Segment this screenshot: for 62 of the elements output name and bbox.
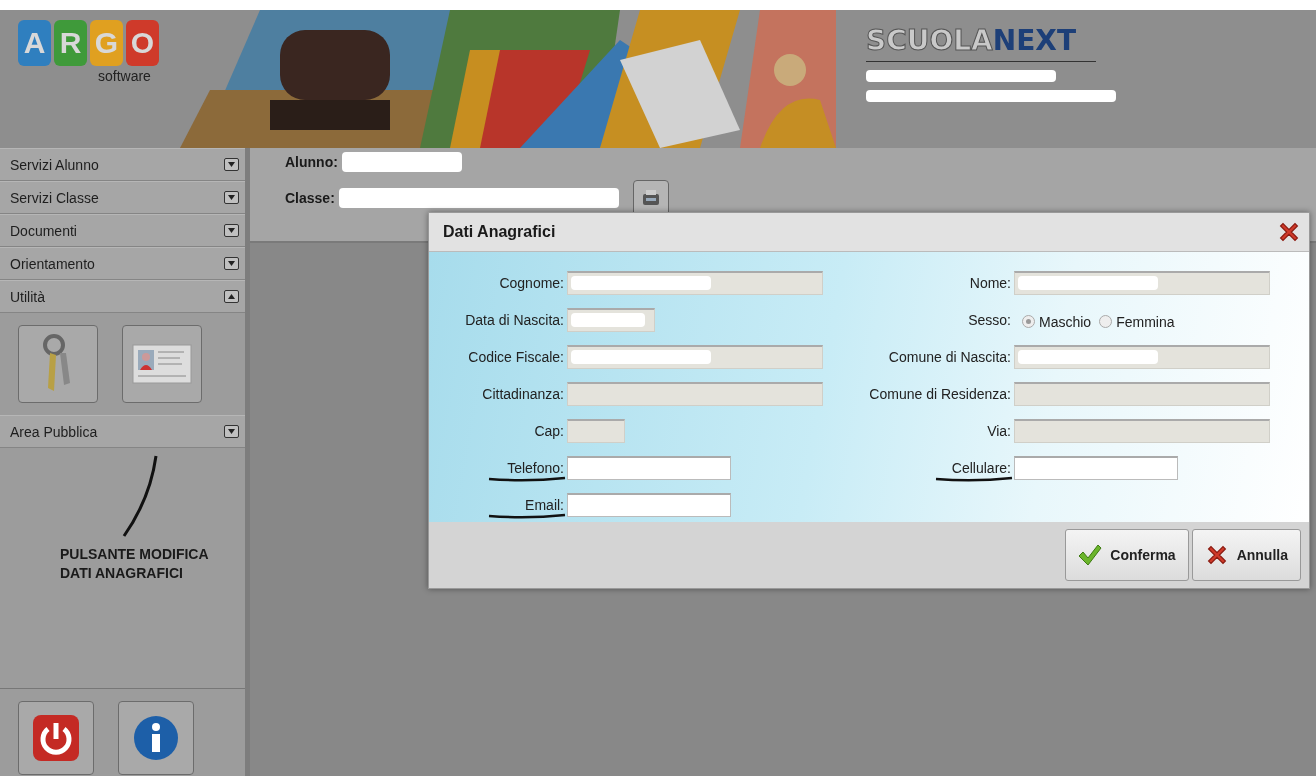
power-icon xyxy=(33,715,79,761)
field-label: Data di Nascita: xyxy=(464,311,565,328)
input-field[interactable] xyxy=(1014,270,1270,295)
collapse-icon[interactable] xyxy=(224,290,239,303)
expand-icon[interactable] xyxy=(224,257,239,270)
field-label: Cap: xyxy=(533,422,565,439)
input-field[interactable] xyxy=(1014,381,1270,406)
info-button[interactable] xyxy=(118,701,194,775)
logo-tile: O xyxy=(126,20,159,66)
id-card-icon xyxy=(132,344,192,384)
sidebar-section[interactable]: Servizi Alunno xyxy=(0,148,245,181)
field-label: Comune di Residenza: xyxy=(868,385,1012,402)
field-label: Nome: xyxy=(968,274,1012,291)
field-label: Codice Fiscale: xyxy=(467,348,565,365)
input-field[interactable] xyxy=(567,492,731,517)
cancel-button[interactable]: Annulla xyxy=(1191,529,1301,581)
power-button[interactable] xyxy=(18,701,94,775)
input-field[interactable] xyxy=(567,270,823,295)
info-label: Alunno: xyxy=(285,154,338,170)
info-icon xyxy=(133,715,179,761)
field-label: Email: xyxy=(524,496,565,513)
keys-button[interactable] xyxy=(18,325,98,403)
radio-option[interactable]: Femmina xyxy=(1099,313,1175,330)
input-field[interactable] xyxy=(567,455,731,480)
expand-icon[interactable] xyxy=(224,425,239,438)
logo-caption: software xyxy=(98,68,151,84)
sidebar-section[interactable]: Servizi Classe xyxy=(0,181,245,214)
close-button[interactable] xyxy=(1277,220,1301,244)
brand-wordmark: NEXT xyxy=(992,24,1076,57)
input-field[interactable] xyxy=(1014,455,1178,480)
field-label: Cittadinanza: xyxy=(481,385,565,402)
sidebar-section[interactable]: Documenti xyxy=(0,214,245,247)
expand-icon[interactable] xyxy=(224,158,239,171)
field-label: Via: xyxy=(986,422,1012,439)
input-field[interactable] xyxy=(567,418,625,443)
close-icon xyxy=(1277,220,1301,244)
info-label: Classe: xyxy=(285,190,335,206)
field-label: Telefono: xyxy=(506,459,565,476)
input-field[interactable] xyxy=(567,381,823,406)
input-field[interactable] xyxy=(567,307,655,332)
logo-tile: R xyxy=(54,20,87,66)
logo-tile: G xyxy=(90,20,123,66)
logo-tile: A xyxy=(18,20,51,66)
input-field[interactable] xyxy=(567,344,823,369)
sidebar-section[interactable]: Orientamento xyxy=(0,247,245,280)
field-label: Cognome: xyxy=(498,274,565,291)
sidebar-section[interactable]: Area Pubblica xyxy=(0,415,245,448)
radio-option[interactable]: Maschio xyxy=(1022,313,1092,330)
field-label: Sesso: xyxy=(967,311,1012,328)
field-label: Comune di Nascita: xyxy=(887,348,1012,365)
input-field[interactable] xyxy=(1014,344,1270,369)
expand-icon[interactable] xyxy=(224,191,239,204)
input-field[interactable] xyxy=(1014,418,1270,443)
printer-icon xyxy=(640,188,661,208)
id-card-button[interactable] xyxy=(122,325,202,403)
check-icon xyxy=(1078,544,1103,566)
sidebar-section[interactable]: Utilità xyxy=(0,280,245,313)
confirm-button[interactable]: Conferma xyxy=(1065,529,1189,581)
expand-icon[interactable] xyxy=(224,224,239,237)
dialog-title: Dati Anagrafici xyxy=(443,223,556,241)
annotation-text: PULSANTE MODIFICA DATI ANAGRAFICI xyxy=(60,545,209,583)
field-label: Cellulare: xyxy=(950,459,1012,476)
